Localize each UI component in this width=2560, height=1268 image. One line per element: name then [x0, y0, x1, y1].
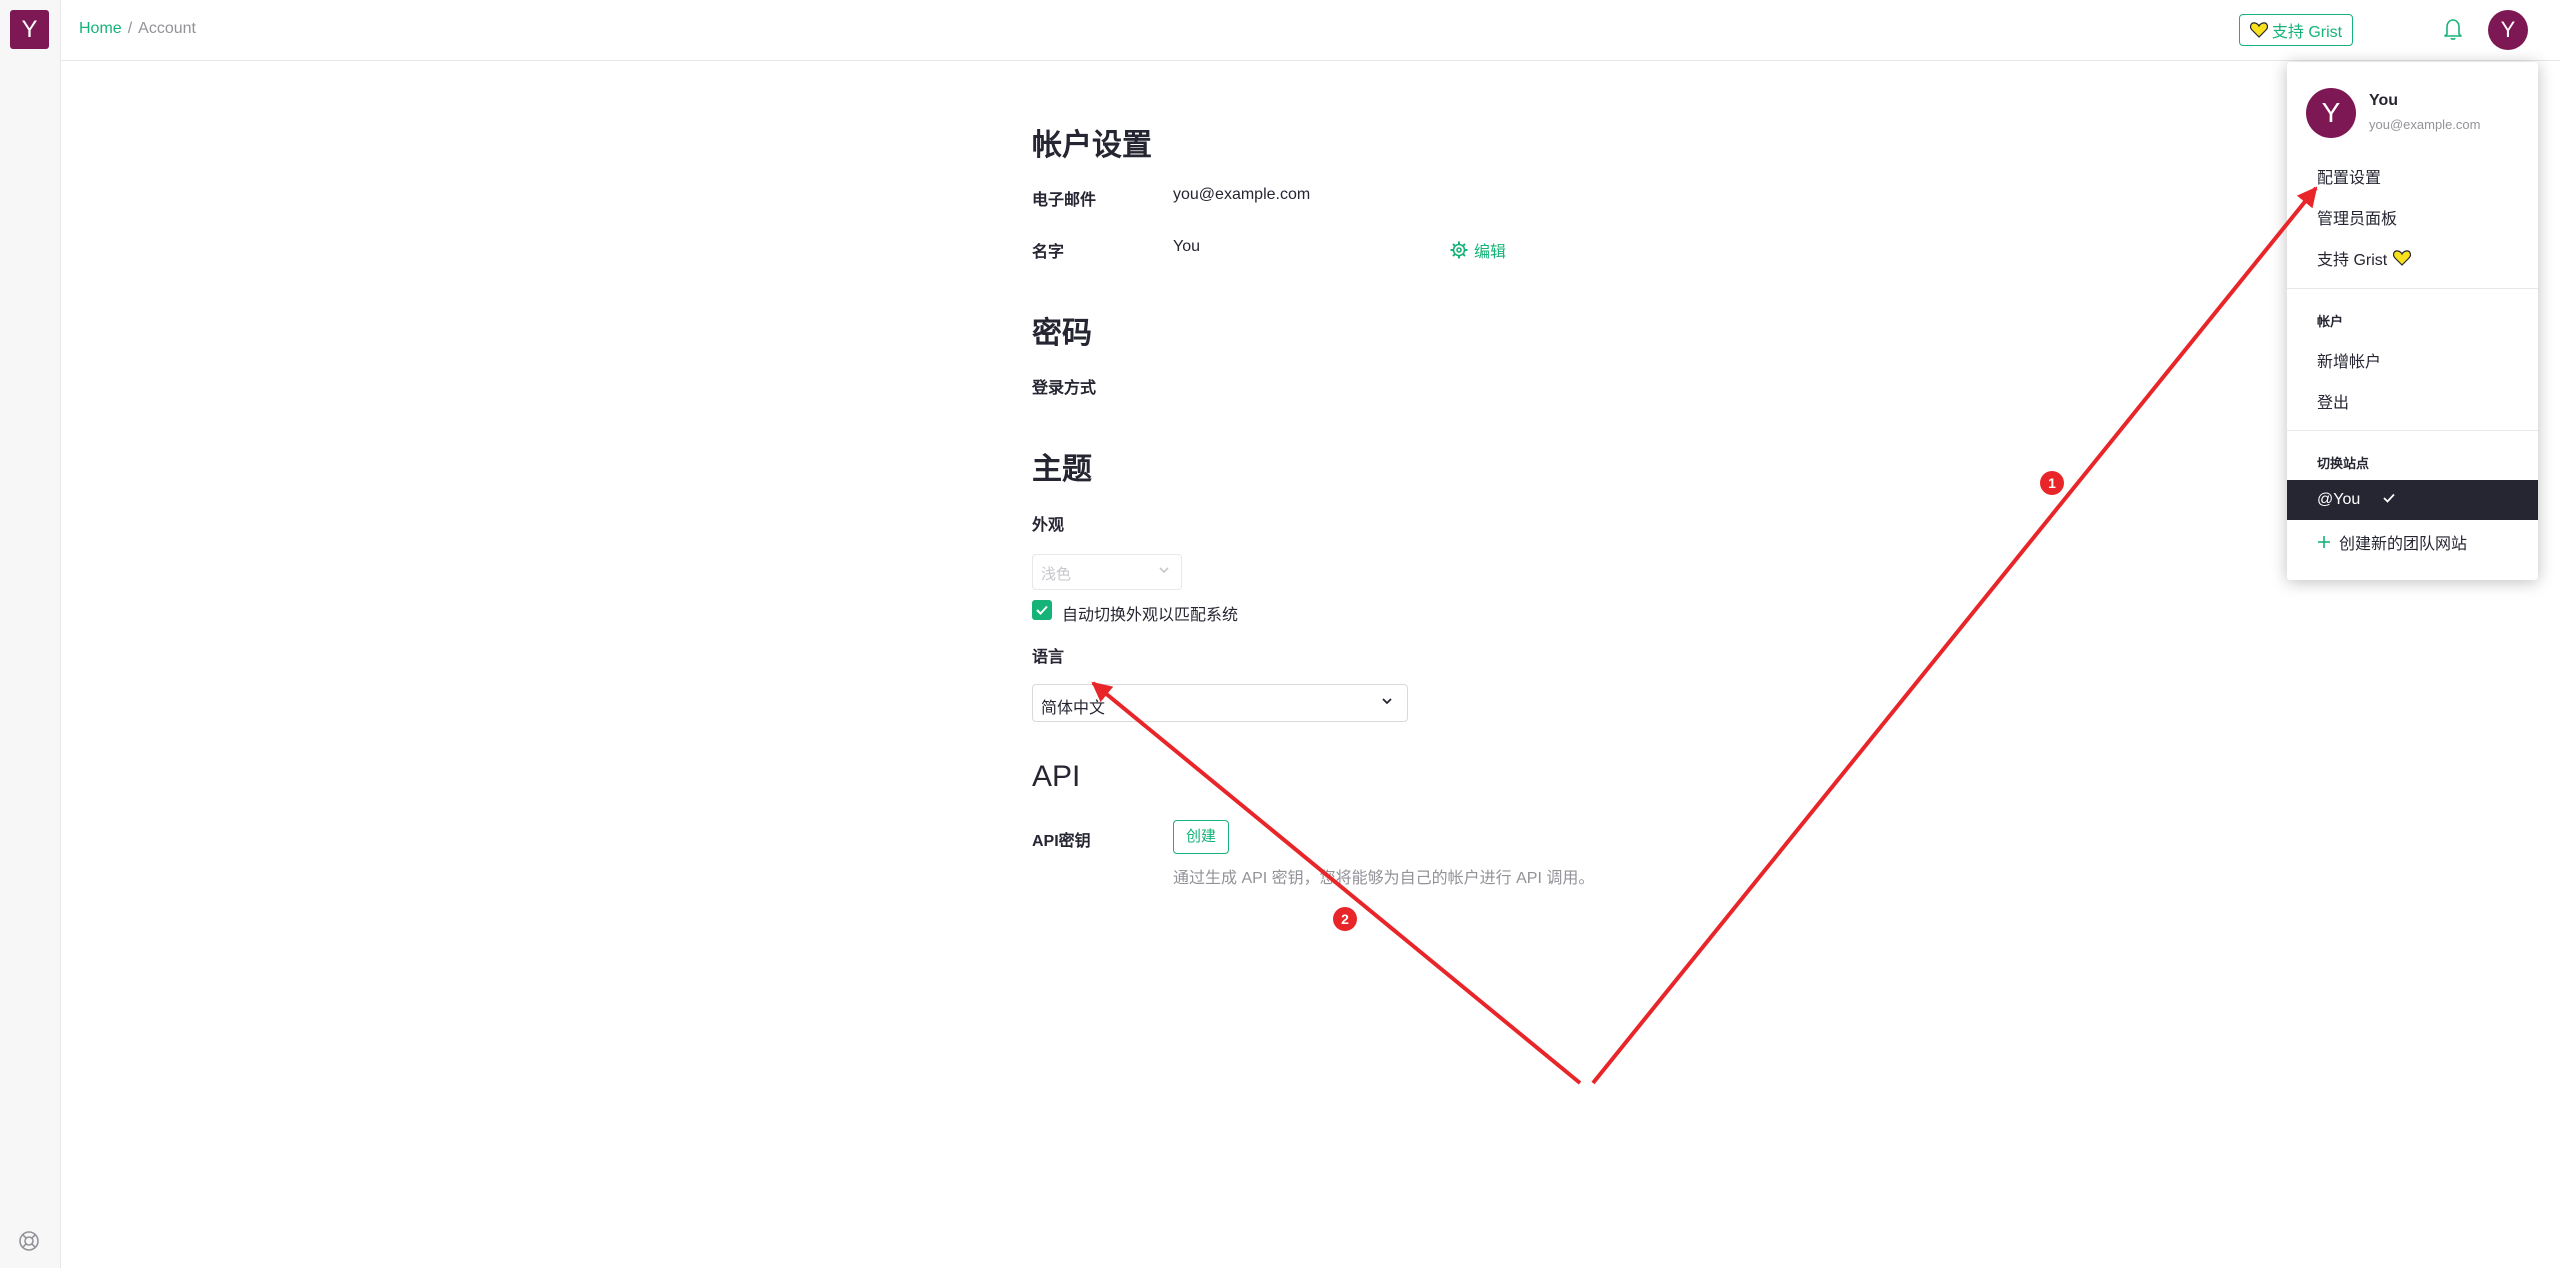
menu-item-admin-panel[interactable]: 管理员面板: [2317, 205, 2397, 229]
breadcrumb-separator: /: [127, 20, 133, 37]
edit-name-button[interactable]: 编辑: [1450, 238, 1506, 262]
api-key-label: API密钥: [1032, 833, 1091, 850]
menu-divider: [2287, 288, 2538, 289]
email-label: 电子邮件: [1032, 192, 1097, 209]
heart-icon: [2393, 250, 2412, 266]
language-label: 语言: [1032, 649, 1065, 666]
menu-item-support-grist[interactable]: 支持 Grist: [2317, 246, 2412, 270]
check-icon: [1036, 605, 1048, 615]
menu-item-label: 创建新的团队网站: [2339, 536, 2468, 553]
site-logo[interactable]: Y: [10, 10, 49, 49]
chevron-down-icon: [1159, 567, 1169, 574]
account-menu: Y You you@example.com 配置设置 管理员面板 支持 Gris…: [2287, 62, 2538, 580]
name-value: You: [1173, 238, 1200, 255]
menu-divider: [2287, 430, 2538, 431]
menu-avatar: Y: [2306, 88, 2356, 138]
menu-item-label: 管理员面板: [2317, 211, 2398, 228]
support-grist-button[interactable]: 支持 Grist: [2239, 14, 2353, 46]
login-method-label: 登录方式: [1032, 380, 1097, 397]
check-icon: [2383, 493, 2395, 503]
menu-user-email: you@example.com: [2369, 117, 2481, 132]
bell-icon[interactable]: [2441, 16, 2465, 42]
lifebuoy-icon[interactable]: [18, 1230, 40, 1252]
auto-switch-label: 自动切换外观以匹配系统: [1062, 607, 1239, 624]
plus-icon: [2318, 536, 2330, 548]
auto-switch-checkbox[interactable]: [1032, 600, 1052, 620]
menu-item-add-account[interactable]: 新增帐户: [2317, 348, 2381, 372]
create-api-key-button[interactable]: 创建: [1173, 820, 1229, 854]
appearance-value: 浅色: [1041, 566, 1072, 583]
breadcrumb: Home / Account: [79, 20, 196, 38]
chevron-down-icon: [1382, 698, 1392, 705]
left-rail: Y: [0, 0, 61, 1268]
breadcrumb-home-link[interactable]: Home: [79, 20, 122, 37]
support-grist-label: 支持 Grist: [2271, 24, 2343, 41]
current-site-label: @You: [2317, 491, 2361, 508]
theme-title: 主题: [1032, 453, 1092, 486]
appearance-select: 浅色: [1032, 554, 1182, 590]
email-value: you@example.com: [1173, 186, 1311, 203]
name-label: 名字: [1032, 244, 1065, 261]
edit-label: 编辑: [1474, 244, 1507, 261]
menu-item-sign-out[interactable]: 登出: [2317, 389, 2349, 413]
top-bar: Home / Account: [61, 0, 2560, 61]
api-description: 通过生成 API 密钥，您将能够为自己的帐户进行 API 调用。: [1173, 870, 1595, 887]
menu-item-create-team-site[interactable]: 创建新的团队网站: [2317, 530, 2467, 554]
user-avatar-button[interactable]: Y: [2488, 10, 2528, 50]
password-title: 密码: [1032, 317, 1092, 350]
heart-icon: [2249, 22, 2268, 38]
annotation-badge-2: 2: [1333, 907, 1357, 931]
menu-item-label: 登出: [2317, 395, 2350, 412]
menu-item-label: 配置设置: [2317, 170, 2382, 187]
appearance-label: 外观: [1032, 517, 1065, 534]
gear-icon: [1450, 241, 1468, 259]
menu-item-label: 支持 Grist: [2317, 252, 2388, 269]
language-value: 简体中文: [1041, 700, 1106, 717]
menu-item-profile-settings[interactable]: 配置设置: [2317, 164, 2381, 188]
menu-switch-site-header: 切换站点: [2317, 456, 2370, 471]
menu-user-name: You: [2369, 92, 2399, 109]
api-title: API: [1032, 760, 1081, 793]
annotation-badge-1: 1: [2040, 471, 2064, 495]
menu-accounts-header: 帐户: [2317, 314, 2344, 329]
annotation-arrow-1: [1591, 186, 2318, 1085]
language-select[interactable]: 简体中文: [1032, 684, 1408, 722]
breadcrumb-current: Account: [138, 20, 196, 37]
account-settings-title: 帐户设置: [1032, 129, 1152, 162]
menu-item-current-site[interactable]: @You: [2287, 480, 2538, 520]
menu-item-label: 新增帐户: [2317, 354, 2382, 371]
